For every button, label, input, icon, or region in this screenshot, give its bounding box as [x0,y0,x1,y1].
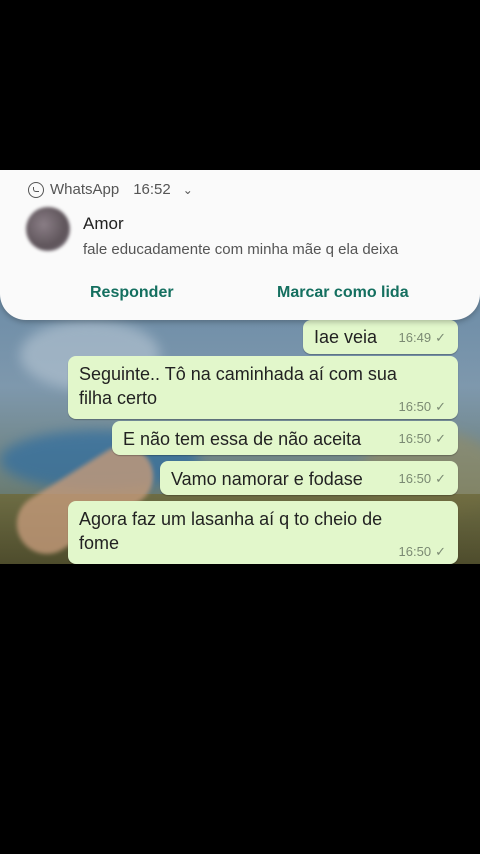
message-meta: 16:50 ✓ [399,544,446,560]
message-text: Iae veia [314,327,378,347]
sent-check-icon: ✓ [435,471,446,486]
mark-as-read-button[interactable]: Marcar como lida [277,284,409,302]
chevron-down-icon[interactable]: ⌄ [183,183,193,197]
message-meta: 16:50 ✓ [399,399,446,415]
sender-name: Amor [83,214,124,233]
avatar [26,207,70,251]
message-bubble[interactable]: Vamo namorar e fodase 16:50 ✓ [160,461,458,495]
message-time: 16:50 [398,399,432,414]
message-meta: 16:50 ✓ [399,431,446,447]
message-meta: 16:50 ✓ [399,471,446,487]
message-text: Vamo namorar e fodase [171,469,363,489]
message-time: 16:49 [398,330,432,345]
message-time: 16:50 [398,471,432,486]
notification-card[interactable]: WhatsApp 16:52 ⌄ Amor fale educadamente … [0,170,480,320]
message-bubble[interactable]: Seguinte.. Tô na caminhada aí com sua fi… [68,356,458,419]
message-time: 16:50 [398,544,432,559]
message-meta: 16:49 ✓ [399,330,446,346]
notification-time: 16:52 [133,181,171,198]
sent-check-icon: ✓ [435,544,446,559]
message-preview: fale educadamente com minha mãe q ela de… [83,241,399,258]
message-bubble[interactable]: Agora faz um lasanha aí q to cheio de fo… [68,501,458,564]
sent-check-icon: ✓ [435,431,446,446]
message-text: Seguinte.. Tô na caminhada aí com sua fi… [79,364,397,408]
message-text: Agora faz um lasanha aí q to cheio de fo… [79,509,383,553]
message-text: E não tem essa de não aceita [123,429,362,449]
sent-check-icon: ✓ [435,330,446,345]
app-name: WhatsApp [50,181,120,198]
message-time: 16:50 [398,431,432,446]
notification-header: WhatsApp 16:52 ⌄ [28,181,193,198]
whatsapp-icon [28,181,44,198]
sent-check-icon: ✓ [435,399,446,414]
reply-button[interactable]: Responder [90,284,174,302]
message-bubble[interactable]: Iae veia 16:49 ✓ [303,320,458,354]
message-bubble[interactable]: E não tem essa de não aceita 16:50 ✓ [112,421,458,455]
chat-screenshot: Iae veia 16:49 ✓ Seguinte.. Tô na caminha… [0,170,480,564]
